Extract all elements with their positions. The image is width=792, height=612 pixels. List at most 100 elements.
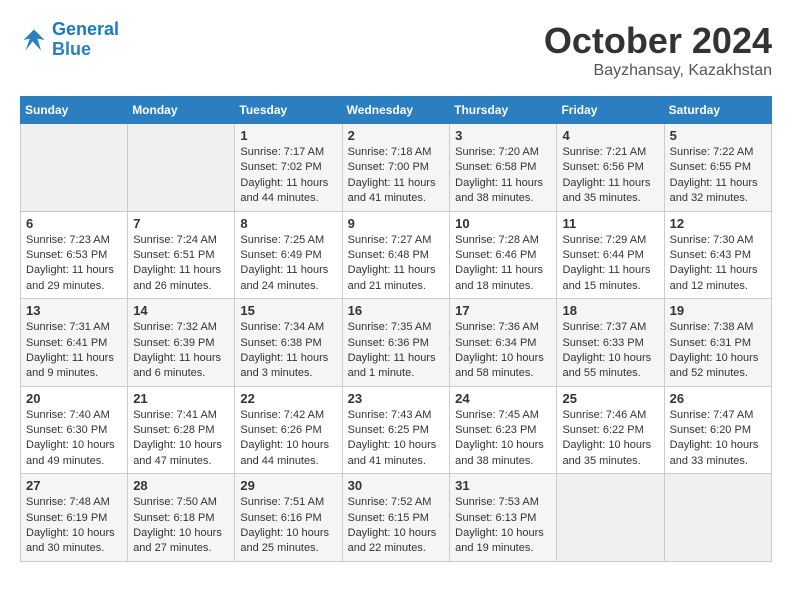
day-info: Sunrise: 7:31 AM Sunset: 6:41 PM Dayligh… [26, 320, 122, 382]
calendar-week-row: 6 Sunrise: 7:23 AM Sunset: 6:53 PM Daylig… [21, 211, 772, 299]
day-info: Sunrise: 7:29 AM Sunset: 6:44 PM Dayligh… [562, 233, 658, 295]
weekday-header: Sunday [21, 97, 128, 124]
calendar-cell: 27Sunrise: 7:48 AM Sunset: 6:19 PM Dayli… [21, 474, 128, 562]
day-number: 21 [133, 391, 229, 406]
day-info: Sunrise: 7:34 AM Sunset: 6:38 PM Dayligh… [240, 320, 336, 382]
calendar-week-row: 27Sunrise: 7:48 AM Sunset: 6:19 PM Dayli… [21, 474, 772, 562]
day-number: 18 [562, 303, 658, 318]
calendar-cell: 6 Sunrise: 7:23 AM Sunset: 6:53 PM Daylig… [21, 211, 128, 299]
day-number: 31 [455, 478, 551, 493]
weekday-header: Saturday [664, 97, 771, 124]
day-info: Sunrise: 7:42 AM Sunset: 6:26 PM Dayligh… [240, 408, 336, 470]
calendar-cell: 28Sunrise: 7:50 AM Sunset: 6:18 PM Dayli… [128, 474, 235, 562]
calendar-table: SundayMondayTuesdayWednesdayThursdayFrid… [20, 96, 772, 562]
calendar-cell: 7 Sunrise: 7:24 AM Sunset: 6:51 PM Daylig… [128, 211, 235, 299]
day-number: 20 [26, 391, 122, 406]
day-number: 15 [240, 303, 336, 318]
day-number: 10 [455, 216, 551, 231]
day-number: 26 [670, 391, 766, 406]
calendar-cell [21, 124, 128, 212]
day-number: 5 [670, 128, 766, 143]
day-info: Sunrise: 7:43 AM Sunset: 6:25 PM Dayligh… [348, 408, 445, 470]
day-number: 16 [348, 303, 445, 318]
calendar-cell [128, 124, 235, 212]
weekday-header: Friday [557, 97, 664, 124]
day-info: Sunrise: 7:53 AM Sunset: 6:13 PM Dayligh… [455, 495, 551, 557]
calendar-cell: 16 Sunrise: 7:35 AM Sunset: 6:36 PM Dayli… [342, 299, 450, 387]
day-info: Sunrise: 7:30 AM Sunset: 6:43 PM Dayligh… [670, 233, 766, 295]
calendar-cell: 25Sunrise: 7:46 AM Sunset: 6:22 PM Dayli… [557, 386, 664, 474]
calendar-cell [664, 474, 771, 562]
calendar-week-row: 13 Sunrise: 7:31 AM Sunset: 6:41 PM Dayli… [21, 299, 772, 387]
day-number: 4 [562, 128, 658, 143]
day-info: Sunrise: 7:47 AM Sunset: 6:20 PM Dayligh… [670, 408, 766, 470]
calendar-week-row: 20 Sunrise: 7:40 AM Sunset: 6:30 PM Dayli… [21, 386, 772, 474]
calendar-header-row: SundayMondayTuesdayWednesdayThursdayFrid… [21, 97, 772, 124]
calendar-cell: 3Sunrise: 7:20 AM Sunset: 6:58 PM Daylig… [450, 124, 557, 212]
day-info: Sunrise: 7:37 AM Sunset: 6:33 PM Dayligh… [562, 320, 658, 382]
calendar-cell: 12 Sunrise: 7:30 AM Sunset: 6:43 PM Dayli… [664, 211, 771, 299]
day-number: 23 [348, 391, 445, 406]
day-number: 2 [348, 128, 445, 143]
calendar-cell: 31 Sunrise: 7:53 AM Sunset: 6:13 PM Dayli… [450, 474, 557, 562]
logo-text: General Blue [52, 20, 119, 60]
day-number: 7 [133, 216, 229, 231]
weekday-header: Monday [128, 97, 235, 124]
calendar-cell: 4 Sunrise: 7:21 AM Sunset: 6:56 PM Daylig… [557, 124, 664, 212]
page-header: General Blue October 2024 Bayzhansay, Ka… [20, 20, 772, 80]
day-number: 22 [240, 391, 336, 406]
day-number: 30 [348, 478, 445, 493]
calendar-cell: 20 Sunrise: 7:40 AM Sunset: 6:30 PM Dayli… [21, 386, 128, 474]
day-info: Sunrise: 7:45 AM Sunset: 6:23 PM Dayligh… [455, 408, 551, 470]
calendar-cell: 15 Sunrise: 7:34 AM Sunset: 6:38 PM Dayli… [235, 299, 342, 387]
day-info: Sunrise: 7:35 AM Sunset: 6:36 PM Dayligh… [348, 320, 445, 382]
day-number: 13 [26, 303, 122, 318]
day-number: 6 [26, 216, 122, 231]
calendar-cell: 17 Sunrise: 7:36 AM Sunset: 6:34 PM Dayli… [450, 299, 557, 387]
calendar-cell: 19 Sunrise: 7:38 AM Sunset: 6:31 PM Dayli… [664, 299, 771, 387]
calendar-week-row: 1 Sunrise: 7:17 AM Sunset: 7:02 PM Daylig… [21, 124, 772, 212]
day-info: Sunrise: 7:40 AM Sunset: 6:30 PM Dayligh… [26, 408, 122, 470]
day-info: Sunrise: 7:46 AM Sunset: 6:22 PM Dayligh… [562, 408, 658, 470]
title-block: October 2024 Bayzhansay, Kazakhstan [544, 20, 772, 80]
day-info: Sunrise: 7:52 AM Sunset: 6:15 PM Dayligh… [348, 495, 445, 557]
day-number: 3 [455, 128, 551, 143]
day-number: 28 [133, 478, 229, 493]
day-info: Sunrise: 7:38 AM Sunset: 6:31 PM Dayligh… [670, 320, 766, 382]
day-number: 17 [455, 303, 551, 318]
day-number: 11 [562, 216, 658, 231]
day-info: Sunrise: 7:51 AM Sunset: 6:16 PM Dayligh… [240, 495, 336, 557]
calendar-cell: 2 Sunrise: 7:18 AM Sunset: 7:00 PM Daylig… [342, 124, 450, 212]
day-number: 8 [240, 216, 336, 231]
day-number: 24 [455, 391, 551, 406]
day-number: 14 [133, 303, 229, 318]
calendar-cell: 24 Sunrise: 7:45 AM Sunset: 6:23 PM Dayli… [450, 386, 557, 474]
day-info: Sunrise: 7:18 AM Sunset: 7:00 PM Dayligh… [348, 145, 445, 207]
logo-icon [20, 26, 48, 54]
day-number: 12 [670, 216, 766, 231]
calendar-cell: 13 Sunrise: 7:31 AM Sunset: 6:41 PM Dayli… [21, 299, 128, 387]
day-info: Sunrise: 7:25 AM Sunset: 6:49 PM Dayligh… [240, 233, 336, 295]
day-info: Sunrise: 7:36 AM Sunset: 6:34 PM Dayligh… [455, 320, 551, 382]
weekday-header: Tuesday [235, 97, 342, 124]
calendar-cell: 9Sunrise: 7:27 AM Sunset: 6:48 PM Daylig… [342, 211, 450, 299]
day-info: Sunrise: 7:21 AM Sunset: 6:56 PM Dayligh… [562, 145, 658, 207]
day-number: 19 [670, 303, 766, 318]
day-number: 1 [240, 128, 336, 143]
day-info: Sunrise: 7:32 AM Sunset: 6:39 PM Dayligh… [133, 320, 229, 382]
day-info: Sunrise: 7:48 AM Sunset: 6:19 PM Dayligh… [26, 495, 122, 557]
calendar-cell: 1 Sunrise: 7:17 AM Sunset: 7:02 PM Daylig… [235, 124, 342, 212]
day-info: Sunrise: 7:41 AM Sunset: 6:28 PM Dayligh… [133, 408, 229, 470]
day-info: Sunrise: 7:23 AM Sunset: 6:53 PM Dayligh… [26, 233, 122, 295]
day-info: Sunrise: 7:24 AM Sunset: 6:51 PM Dayligh… [133, 233, 229, 295]
day-number: 29 [240, 478, 336, 493]
calendar-cell: 8 Sunrise: 7:25 AM Sunset: 6:49 PM Daylig… [235, 211, 342, 299]
calendar-cell: 29 Sunrise: 7:51 AM Sunset: 6:16 PM Dayli… [235, 474, 342, 562]
logo: General Blue [20, 20, 119, 60]
calendar-cell: 10Sunrise: 7:28 AM Sunset: 6:46 PM Dayli… [450, 211, 557, 299]
calendar-cell: 26 Sunrise: 7:47 AM Sunset: 6:20 PM Dayli… [664, 386, 771, 474]
calendar-cell: 5 Sunrise: 7:22 AM Sunset: 6:55 PM Daylig… [664, 124, 771, 212]
day-info: Sunrise: 7:22 AM Sunset: 6:55 PM Dayligh… [670, 145, 766, 207]
calendar-cell: 21 Sunrise: 7:41 AM Sunset: 6:28 PM Dayli… [128, 386, 235, 474]
day-info: Sunrise: 7:17 AM Sunset: 7:02 PM Dayligh… [240, 145, 336, 207]
